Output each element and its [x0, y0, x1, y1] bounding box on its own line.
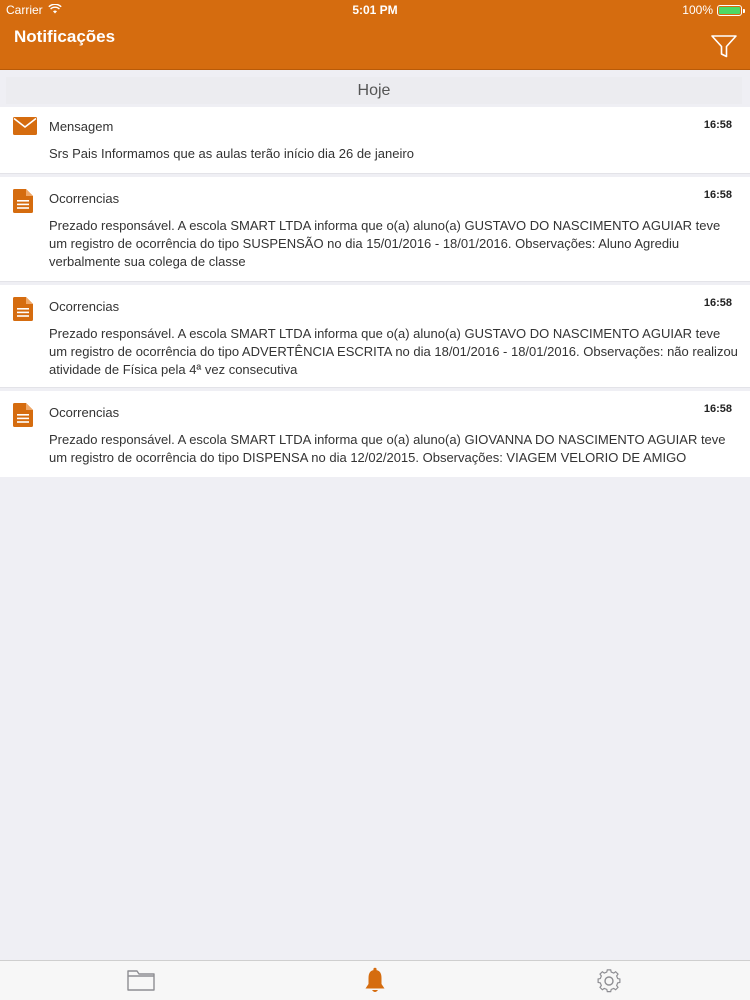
tab-notifications[interactable]: [360, 967, 390, 997]
notification-list: Mensagem 16:58 Srs Pais Informamos que a…: [0, 107, 750, 477]
tab-documents[interactable]: [126, 967, 156, 997]
tab-settings[interactable]: [594, 967, 624, 997]
notification-item[interactable]: Mensagem 16:58 Srs Pais Informamos que a…: [0, 107, 750, 174]
notifications-content[interactable]: Hoje Mensagem 16:58 Srs Pais Informamos …: [0, 70, 750, 960]
page-title: Notificações: [14, 27, 116, 46]
gear-icon: [597, 969, 621, 993]
filter-icon: [711, 35, 737, 58]
mail-icon: [13, 117, 37, 140]
notification-time: 16:58: [703, 189, 732, 201]
section-title: Hoje: [357, 81, 391, 99]
status-time: 5:01 PM: [352, 3, 398, 17]
notification-item[interactable]: Ocorrencias 16:58 Prezado responsável. A…: [0, 391, 750, 477]
document-icon: [13, 403, 33, 432]
notifications-screen: Carrier 5:01 PM 100% Notificações Hoje M…: [0, 0, 750, 1000]
bell-icon: [365, 967, 385, 992]
notification-body: Prezado responsável. A escola SMART LTDA…: [49, 326, 738, 377]
notification-category: Ocorrencias: [49, 299, 120, 314]
notification-time: 16:58: [703, 297, 732, 309]
notification-body: Srs Pais Informamos que as aulas terão i…: [49, 146, 414, 161]
status-right: 100%: [682, 3, 745, 17]
battery-icon: [717, 4, 745, 16]
notification-item[interactable]: Ocorrencias 16:58 Prezado responsável. A…: [0, 177, 750, 282]
battery-percent: 100%: [682, 3, 713, 17]
folder-icon: [127, 970, 155, 991]
notification-time: 16:58: [703, 119, 732, 131]
status-bar: Carrier 5:01 PM 100%: [0, 0, 750, 20]
notification-category: Ocorrencias: [49, 191, 120, 206]
notification-time: 16:58: [703, 403, 732, 415]
notification-category: Ocorrencias: [49, 405, 120, 420]
notification-category: Mensagem: [49, 119, 114, 134]
tab-bar: [0, 960, 750, 1000]
section-header: Hoje: [6, 77, 742, 104]
notification-item[interactable]: Ocorrencias 16:58 Prezado responsável. A…: [0, 285, 750, 388]
nav-bar: Notificações: [0, 20, 750, 70]
notification-body: Prezado responsável. A escola SMART LTDA…: [49, 432, 726, 465]
document-icon: [13, 297, 33, 326]
document-icon: [13, 189, 33, 218]
filter-button[interactable]: [710, 34, 738, 60]
notification-body: Prezado responsável. A escola SMART LTDA…: [49, 218, 721, 269]
